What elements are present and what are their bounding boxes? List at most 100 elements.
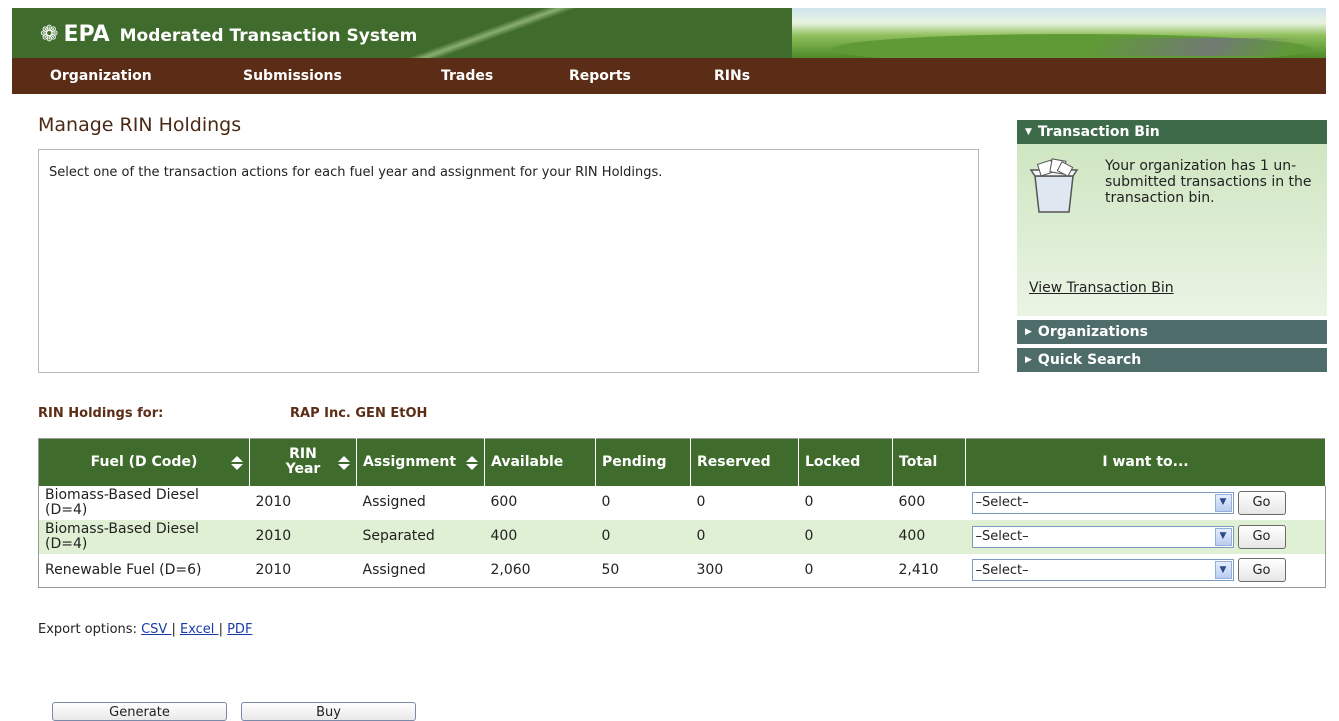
cell-fuel: Biomass-Based Diesel (D=4) — [45, 486, 199, 518]
col-pending: Pending — [595, 438, 691, 486]
instructions-panel: Select one of the transaction actions fo… — [38, 149, 979, 373]
col-rin-year[interactable]: RIN Year — [249, 438, 357, 486]
nav-trades[interactable]: Trades — [441, 68, 493, 84]
action-select-value: –Select– — [975, 529, 1029, 544]
cell-total: 2,410 — [898, 561, 939, 578]
export-separator: | — [218, 622, 223, 637]
banner-road — [1086, 38, 1298, 56]
cell-locked: 0 — [798, 519, 893, 554]
page-title: Manage RIN Holdings — [38, 114, 242, 136]
export-separator: | — [171, 622, 176, 637]
header-banner: ❁ EPA Moderated Transaction System — [12, 8, 1326, 58]
holdings-label: RIN Holdings for: — [38, 406, 164, 421]
cell-reserved: 0 — [696, 494, 706, 510]
dropdown-arrow-icon[interactable]: ▼ — [1214, 561, 1232, 580]
table-header-row: Fuel (D Code) RIN Year Assignment Availa… — [38, 438, 1326, 486]
generate-button[interactable]: Generate — [52, 702, 227, 721]
transaction-bin-panel: Your organization has 1 un-submitted tra… — [1017, 144, 1327, 316]
cell-total: 400 — [892, 519, 966, 554]
cell-action: –Select– ▼ Go — [966, 486, 1326, 520]
action-controls: –Select– ▼ Go — [971, 524, 1320, 549]
col-reserved: Reserved — [690, 438, 799, 486]
cell-available: 600 — [490, 494, 518, 510]
nav-rins[interactable]: RINs — [714, 68, 750, 84]
transaction-bin-message: Your organization has 1 un-submitted tra… — [1105, 158, 1312, 206]
col-fuel[interactable]: Fuel (D Code) — [38, 438, 250, 486]
action-controls: –Select– ▼ Go — [971, 558, 1320, 583]
cell-action: –Select– ▼ Go — [966, 554, 1326, 588]
epa-logo-icon: ❁ — [40, 22, 58, 47]
cell-pending: 0 — [601, 494, 611, 510]
dropdown-arrow-icon[interactable]: ▼ — [1214, 527, 1232, 546]
cell-reserved: 0 — [690, 519, 799, 554]
action-select-value: –Select– — [975, 495, 1029, 510]
view-transaction-bin-link[interactable]: View Transaction Bin — [1029, 280, 1174, 296]
cell-fuel: Biomass-Based Diesel (D=4) — [38, 519, 250, 554]
export-label: Export options: — [38, 622, 137, 637]
action-select-value: –Select– — [975, 562, 1029, 578]
go-button[interactable]: Go — [1237, 490, 1286, 515]
cell-pending: 50 — [601, 561, 620, 578]
action-select[interactable]: –Select– ▼ — [971, 525, 1234, 548]
buy-button[interactable]: Buy — [241, 702, 416, 721]
sort-icon[interactable] — [338, 456, 350, 470]
export-pdf-link[interactable]: PDF — [227, 622, 252, 637]
app-title: Moderated Transaction System — [119, 26, 418, 46]
col-locked: Locked — [798, 438, 893, 486]
export-excel-link[interactable]: Excel — [180, 622, 219, 637]
action-controls: –Select– ▼ Go — [971, 490, 1320, 515]
sidebar: ▼ Transaction Bin Your organization has … — [1017, 120, 1327, 372]
action-select[interactable]: –Select– ▼ — [971, 559, 1234, 582]
holdings-organization: RAP Inc. GEN EtOH — [290, 406, 428, 421]
cell-locked: 0 — [804, 494, 814, 510]
expanded-triangle-icon: ▼ — [1025, 127, 1032, 137]
cell-reserved: 300 — [696, 561, 724, 578]
action-select[interactable]: –Select– ▼ — [971, 491, 1234, 514]
main-nav: Organization Submissions Trades Reports … — [12, 58, 1326, 94]
rin-holdings-table: Fuel (D Code) RIN Year Assignment Availa… — [38, 438, 1326, 588]
col-action: I want to... — [965, 438, 1326, 486]
go-button[interactable]: Go — [1237, 558, 1286, 583]
transaction-bin-icon — [1029, 158, 1079, 213]
cell-year: 2010 — [249, 519, 357, 554]
organizations-title: Organizations — [1037, 324, 1148, 340]
col-assignment[interactable]: Assignment — [356, 438, 485, 486]
cell-total: 600 — [898, 494, 926, 510]
nav-submissions[interactable]: Submissions — [243, 68, 342, 84]
brand: ❁ EPA Moderated Transaction System — [40, 22, 417, 47]
col-assignment-label: Assignment — [363, 454, 457, 471]
col-fuel-label: Fuel (D Code) — [90, 454, 198, 471]
cell-year: 2010 — [255, 561, 292, 578]
export-options: Export options: CSV | Excel | PDF — [38, 622, 252, 637]
cell-available: 400 — [484, 519, 596, 554]
cell-pending: 0 — [595, 519, 691, 554]
col-total: Total — [892, 438, 966, 486]
cell-action: –Select– ▼ Go — [965, 519, 1326, 554]
sort-icon[interactable] — [466, 456, 478, 470]
table-row: Biomass-Based Diesel (D=4) 2010 Assigned… — [39, 486, 1326, 520]
sort-icon[interactable] — [231, 456, 243, 470]
cell-available: 2,060 — [490, 561, 531, 578]
organizations-header[interactable]: ▶ Organizations — [1017, 320, 1327, 344]
nav-reports[interactable]: Reports — [569, 68, 631, 84]
collapsed-triangle-icon: ▶ — [1025, 355, 1032, 365]
collapsed-triangle-icon: ▶ — [1025, 327, 1032, 337]
banner-stripe — [392, 8, 592, 58]
cell-assignment: Assigned — [362, 494, 426, 510]
dropdown-arrow-icon[interactable]: ▼ — [1214, 493, 1232, 512]
table-row: Biomass-Based Diesel (D=4) 2010 Separate… — [38, 519, 1326, 554]
col-available: Available — [484, 438, 596, 486]
cell-fuel: Renewable Fuel (D=6) — [45, 561, 202, 578]
quick-search-title: Quick Search — [1037, 352, 1142, 368]
quick-search-header[interactable]: ▶ Quick Search — [1017, 348, 1327, 372]
table-row: Renewable Fuel (D=6) 2010 Assigned 2,060… — [39, 554, 1326, 588]
transaction-bin-header[interactable]: ▼ Transaction Bin — [1017, 120, 1327, 144]
go-button[interactable]: Go — [1237, 524, 1286, 549]
export-csv-link[interactable]: CSV — [141, 622, 171, 637]
nav-organization[interactable]: Organization — [50, 68, 152, 84]
cell-assignment: Assigned — [362, 561, 426, 578]
epa-logo-text: EPA — [63, 22, 110, 47]
cell-locked: 0 — [804, 561, 814, 578]
cell-year: 2010 — [255, 494, 292, 510]
col-rin-year-label: RIN Year — [285, 446, 321, 478]
